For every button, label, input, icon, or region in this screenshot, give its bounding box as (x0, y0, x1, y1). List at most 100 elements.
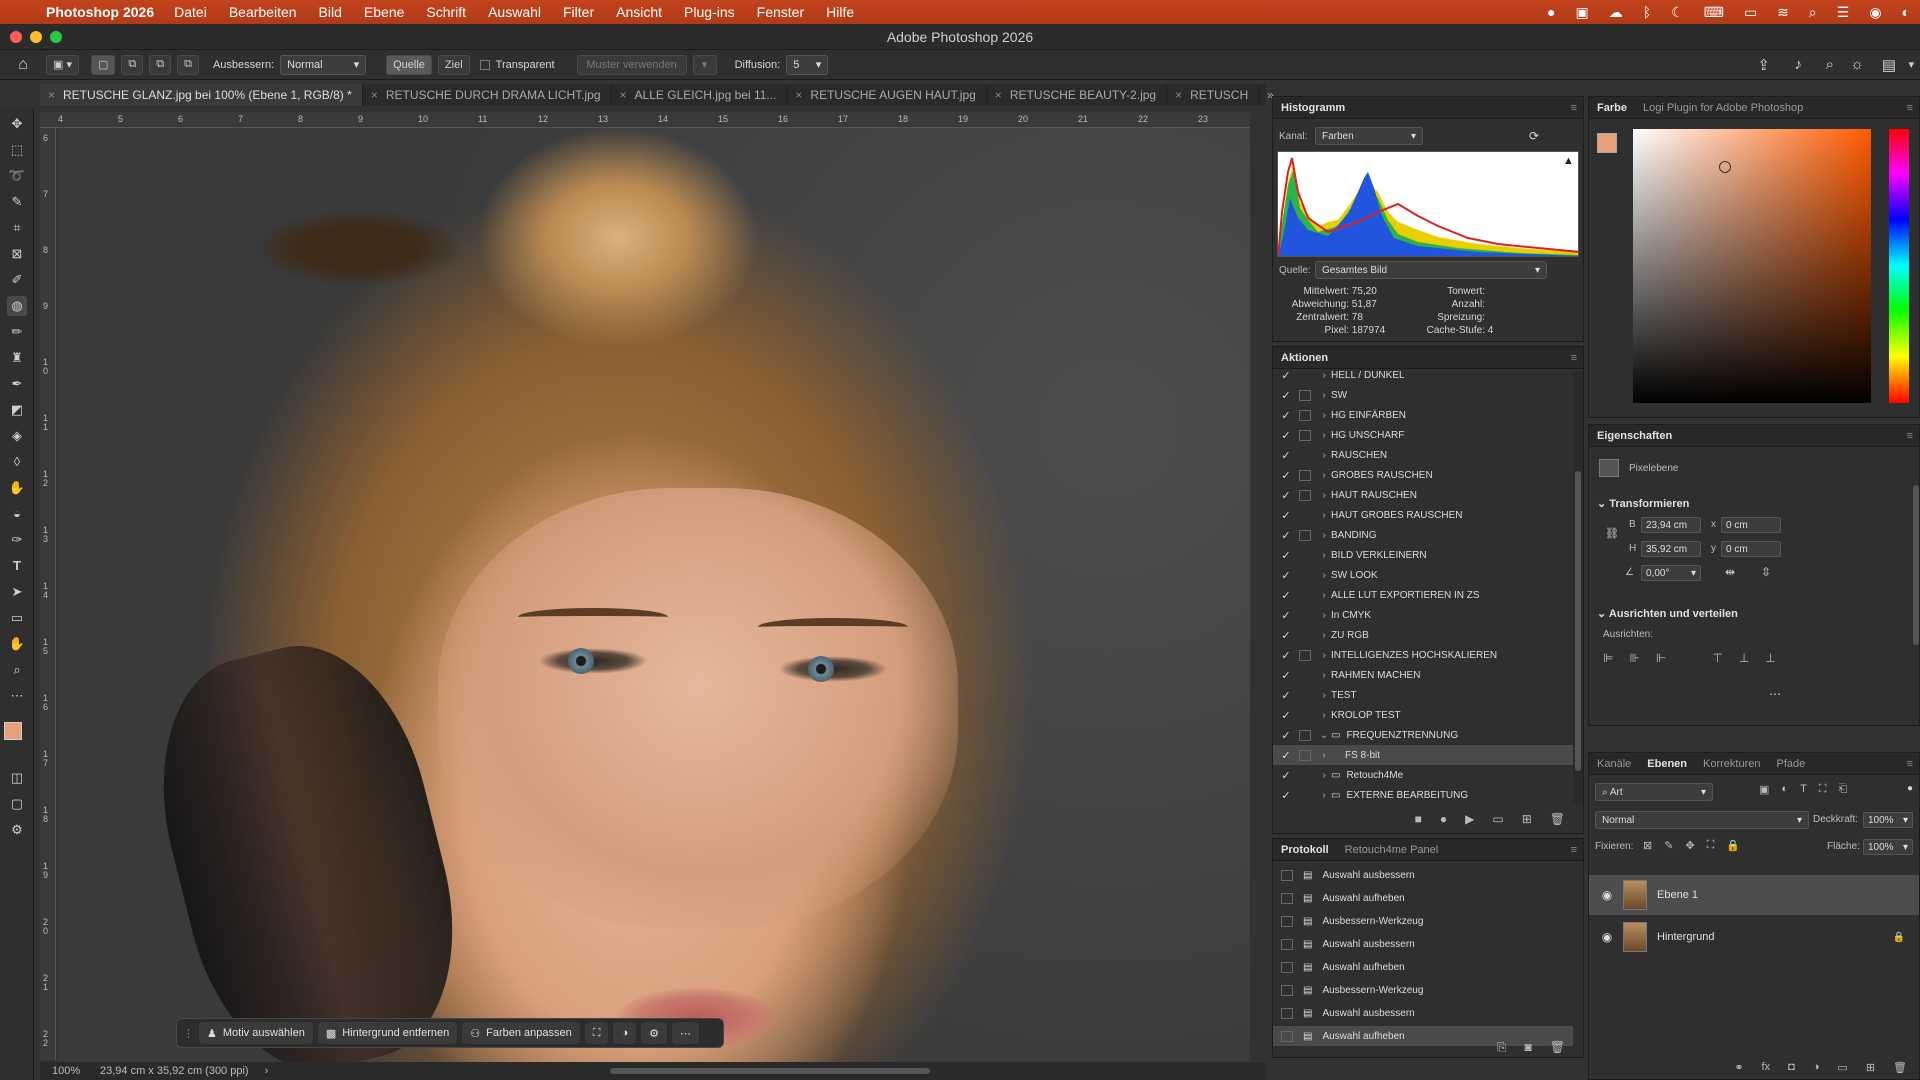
adjustment-icon[interactable]: ⚙ (641, 1022, 667, 1044)
action-item[interactable]: ✓ › ▭ Retouch4Me (1273, 765, 1573, 785)
check-icon[interactable]: ✓ (1279, 569, 1293, 582)
dialog-toggle[interactable] (1299, 690, 1311, 701)
menu-plugins[interactable]: Plug-ins (684, 4, 735, 20)
chevron-right-icon[interactable]: › (1317, 590, 1331, 601)
type-tool-icon[interactable]: T (7, 556, 27, 576)
new-set-icon[interactable]: ▭ (1492, 812, 1503, 826)
check-icon[interactable]: ✓ (1279, 789, 1293, 802)
check-icon[interactable]: ✓ (1279, 589, 1293, 602)
history-source-toggle[interactable] (1281, 869, 1293, 881)
action-item[interactable]: ✓ › BILD VERKLEINERN (1273, 545, 1573, 565)
marquee-tool-icon[interactable]: ⬚ (7, 140, 27, 160)
intersect-selection-button[interactable]: ⧉ (177, 54, 199, 75)
trash-icon[interactable]: 🗑 (1550, 812, 1565, 826)
new-document-from-state-icon[interactable]: ⎘ (1497, 1040, 1507, 1055)
remove-background-button[interactable]: ▩ Hintergrund entfernen (317, 1022, 458, 1044)
add-mask-icon[interactable]: ◘ (1788, 1061, 1795, 1073)
moon-icon[interactable]: ☾ (1671, 4, 1684, 21)
dialog-toggle[interactable] (1299, 790, 1311, 801)
user-icon[interactable]: ◐ (1902, 4, 1910, 20)
more-options-icon[interactable]: ⋯ (671, 1022, 699, 1044)
tab-protokoll[interactable]: Protokoll (1273, 839, 1337, 861)
check-icon[interactable]: ✓ (1279, 669, 1293, 682)
history-brush-tool-icon[interactable]: ✒ (7, 374, 27, 394)
menu-fenster[interactable]: Fenster (757, 4, 804, 20)
zoom-level[interactable]: 100% (40, 1065, 92, 1077)
dialog-toggle[interactable] (1299, 409, 1311, 421)
check-icon[interactable]: ✓ (1279, 749, 1293, 762)
chevron-right-icon[interactable]: › (1317, 470, 1331, 481)
smart-object-filter-icon[interactable]: ⎗ (1839, 783, 1848, 796)
history-source-toggle[interactable] (1281, 892, 1293, 904)
chevron-right-icon[interactable]: › (1317, 430, 1331, 441)
history-item[interactable]: ▤ Auswahl ausbessern (1273, 1003, 1573, 1023)
chevron-right-icon[interactable]: › (1317, 770, 1331, 781)
eyedropper-tool-icon[interactable]: ✐ (7, 270, 27, 290)
chevron-right-icon[interactable]: › (1317, 410, 1331, 421)
lightbulb-icon[interactable]: ☼ (1850, 56, 1864, 73)
refresh-icon[interactable]: ⟳ (1529, 129, 1539, 143)
menu-ebene[interactable]: Ebene (364, 4, 404, 20)
layer-hintergrund[interactable]: ◉ Hintergrund 🔒 (1589, 917, 1919, 957)
minimize-window-button[interactable] (30, 31, 42, 43)
tab-korrekturen[interactable]: Korrekturen (1695, 753, 1768, 775)
close-icon[interactable]: × (795, 88, 802, 102)
menu-schrift[interactable]: Schrift (426, 4, 466, 20)
trash-icon[interactable]: 🗑 (1893, 1061, 1907, 1074)
brush-tool-icon[interactable]: ✏ (7, 322, 27, 342)
menu-datei[interactable]: Datei (174, 4, 207, 20)
chevron-right-icon[interactable]: › (1317, 510, 1331, 521)
sponge-tool-icon[interactable]: ◒ (7, 504, 27, 524)
pattern-picker[interactable]: ▾ (692, 54, 717, 75)
align-center-icon[interactable]: ⊪ (1629, 651, 1639, 665)
document-info[interactable]: 23,94 cm x 35,92 cm (300 ppi) (92, 1065, 249, 1077)
layer-name[interactable]: Ebene 1 (1657, 889, 1698, 901)
link-layers-icon[interactable]: ⚭ (1734, 1061, 1743, 1074)
dialog-toggle[interactable] (1299, 510, 1311, 521)
chevron-right-icon[interactable]: › (1317, 670, 1331, 681)
chevron-right-icon[interactable]: › (1317, 530, 1331, 541)
action-item[interactable]: ✓ › FS 8-bit (1273, 745, 1573, 765)
eye-icon[interactable]: ◉ (1597, 930, 1617, 944)
action-item[interactable]: ✓ › HAUT GROBES RAUSCHEN (1273, 505, 1573, 525)
chevron-right-icon[interactable]: › (1317, 610, 1331, 621)
check-icon[interactable]: ✓ (1279, 389, 1293, 402)
select-subject-button[interactable]: ♟ Motiv auswählen (199, 1022, 313, 1044)
check-icon[interactable]: ✓ (1279, 449, 1293, 462)
menu-bearbeiten[interactable]: Bearbeiten (229, 4, 297, 20)
tab-retusche-augen[interactable]: × RETUSCHE AUGEN HAUT.jpg (787, 84, 987, 106)
pen-tool-icon[interactable]: ✑ (7, 530, 27, 550)
chevron-right-icon[interactable]: › (1317, 650, 1331, 661)
dialog-toggle[interactable] (1299, 670, 1311, 681)
history-source-toggle[interactable] (1281, 961, 1293, 973)
histogram-title[interactable]: Histogramm (1273, 97, 1353, 119)
hand-tool-icon[interactable]: ✋ (7, 634, 27, 654)
layer-name[interactable]: Hintergrund (1657, 931, 1714, 943)
chevron-down-icon[interactable]: ▾ (1908, 58, 1914, 71)
menu-auswahl[interactable]: Auswahl (488, 4, 541, 20)
history-item[interactable]: ▤ Ausbessern-Werkzeug (1273, 980, 1573, 1000)
stamp-tool-icon[interactable]: ♜ (7, 348, 27, 368)
action-item[interactable]: ✓ › ▭ EXTERNE BEARBEITUNG (1273, 785, 1573, 803)
bluetooth-icon[interactable]: ᛒ (1643, 4, 1651, 20)
check-icon[interactable]: ✓ (1279, 689, 1293, 702)
check-icon[interactable]: ✓ (1279, 469, 1293, 482)
dialog-toggle[interactable] (1299, 710, 1311, 721)
dialog-toggle[interactable] (1299, 570, 1311, 581)
flip-horizontal-icon[interactable]: ⇹ (1725, 565, 1735, 579)
align-right-icon[interactable]: ⊩ (1656, 651, 1666, 665)
lock-icon[interactable]: 🔒 (1893, 932, 1905, 943)
move-tool-icon[interactable]: ✥ (7, 114, 27, 134)
channel-select[interactable]: Farben ▾ (1315, 127, 1423, 145)
crop-tool-icon[interactable]: ⌗ (7, 218, 27, 238)
chevron-right-icon[interactable]: ⌄ (1317, 730, 1331, 741)
close-window-button[interactable] (10, 31, 22, 43)
search-icon[interactable]: ⌕ (1809, 4, 1817, 21)
wifi-icon[interactable]: ≋ (1777, 4, 1789, 21)
eye-icon[interactable]: ◉ (1597, 888, 1617, 902)
type-filter-icon[interactable]: T (1800, 783, 1807, 796)
action-item[interactable]: ✓ › HAUT RAUSCHEN (1273, 485, 1573, 505)
diffusion-select[interactable]: 5 ▾ (786, 54, 829, 75)
close-icon[interactable]: × (620, 88, 627, 102)
adjust-colors-button[interactable]: ⚇ Farben anpassen (462, 1022, 580, 1044)
